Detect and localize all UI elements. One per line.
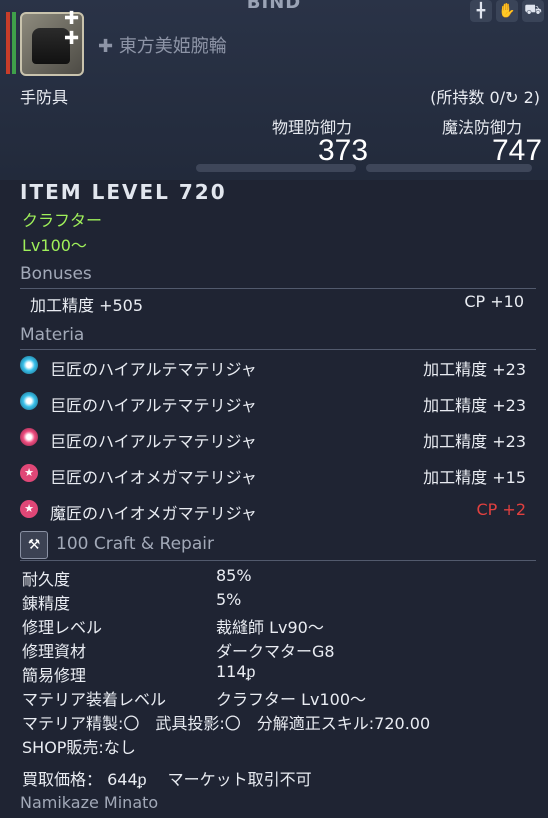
shop-line: SHOP販売:なし [22, 738, 136, 757]
price-line: 買取価格： 644ᵱ マーケット取引不可 [22, 770, 312, 789]
info-value: 85% [216, 566, 252, 585]
physical-defense-bar [196, 164, 356, 172]
physical-defense-value: 373 [318, 134, 369, 167]
class-job: クラフター [22, 211, 103, 230]
item-header: BIND ╋ ✋ ⛟ ✚ ✚ ✚ 東方美姫腕輪 手防具 (所持数 0/↻ 2) … [0, 0, 548, 180]
swirl-icon: ↻ [505, 88, 519, 107]
info-label: 耐久度 [22, 570, 71, 589]
craft-repair-title: 100 Craft & Repair [56, 534, 214, 554]
materia-name: 巨匠のハイオメガマテリジャ [50, 468, 257, 487]
hq-icon: ✚ [98, 36, 119, 57]
materia-blue-icon [20, 392, 38, 410]
gauge-green [12, 12, 16, 74]
info-label: 錬精度 [22, 594, 71, 613]
info-value: 5% [216, 590, 242, 609]
materia-stat: 加工精度 +23 [423, 360, 526, 379]
plus-icon[interactable]: ╋ [470, 0, 492, 22]
item-category: 手防具 [20, 88, 69, 107]
hand-icon[interactable]: ✋ [496, 0, 518, 22]
info-value: クラフター Lv100～ [216, 690, 367, 709]
materia-name: 魔匠のハイオメガマテリジャ [50, 504, 257, 523]
bonus-left: 加工精度 +505 [30, 296, 144, 315]
crafter-name: Namikaze Minato [20, 793, 159, 812]
owned-count: (所持数 0/↻ 2) [430, 88, 540, 107]
materia-star-icon: ★ [20, 464, 38, 482]
materia-blue-icon [20, 356, 38, 374]
materia-meld-line: マテリア精製:〇 武具投影:〇 分解適正スキル:720.00 [22, 714, 431, 733]
materia-star-icon: ★ [20, 500, 38, 518]
magic-defense-bar [366, 164, 532, 172]
craft-repair-icon: ⚒ [20, 531, 48, 559]
equip-level: Lv100～ [22, 236, 87, 255]
bonuses-title: Bonuses [20, 264, 92, 284]
info-label: マテリア装着レベル [22, 690, 167, 709]
top-icons: ╋ ✋ ⛟ [470, 0, 544, 22]
materia-name: 巨匠のハイアルテマテリジャ [50, 396, 257, 415]
materia-pink-icon [20, 428, 38, 446]
info-label: 修理レベル [22, 618, 103, 637]
materia-stat: 加工精度 +23 [423, 396, 526, 415]
materia-stat: 加工精度 +15 [423, 468, 526, 487]
condition-gauge [6, 12, 16, 74]
info-label: 修理資材 [22, 642, 87, 661]
materia-title: Materia [20, 325, 85, 345]
info-label: 簡易修理 [22, 666, 87, 685]
bonus-right: CP +10 [464, 292, 524, 311]
gauge-red [6, 12, 10, 74]
materia-name: 巨匠のハイアルテマテリジャ [50, 432, 257, 451]
item-level: ITEM LEVEL 720 [20, 180, 227, 204]
plus-icon: ✚ [64, 8, 80, 29]
info-value: 裁縫師 Lv90～ [216, 618, 324, 637]
info-value: ダークマターG8 [216, 642, 335, 661]
divider [20, 560, 536, 561]
materia-stat: CP +2 [476, 500, 527, 519]
item-name: ✚ 東方美姫腕輪 [98, 36, 227, 57]
materia-name: 巨匠のハイアルテマテリジャ [50, 360, 257, 379]
cart-icon[interactable]: ⛟ [522, 0, 544, 22]
bind-label: BIND [246, 0, 302, 13]
divider [20, 288, 536, 289]
info-value: 114ᵱ [216, 662, 256, 681]
divider [20, 349, 536, 350]
materia-stat: 加工精度 +23 [423, 432, 526, 451]
plus-icon: ✚ [64, 28, 80, 49]
magic-defense-value: 747 [492, 134, 543, 167]
